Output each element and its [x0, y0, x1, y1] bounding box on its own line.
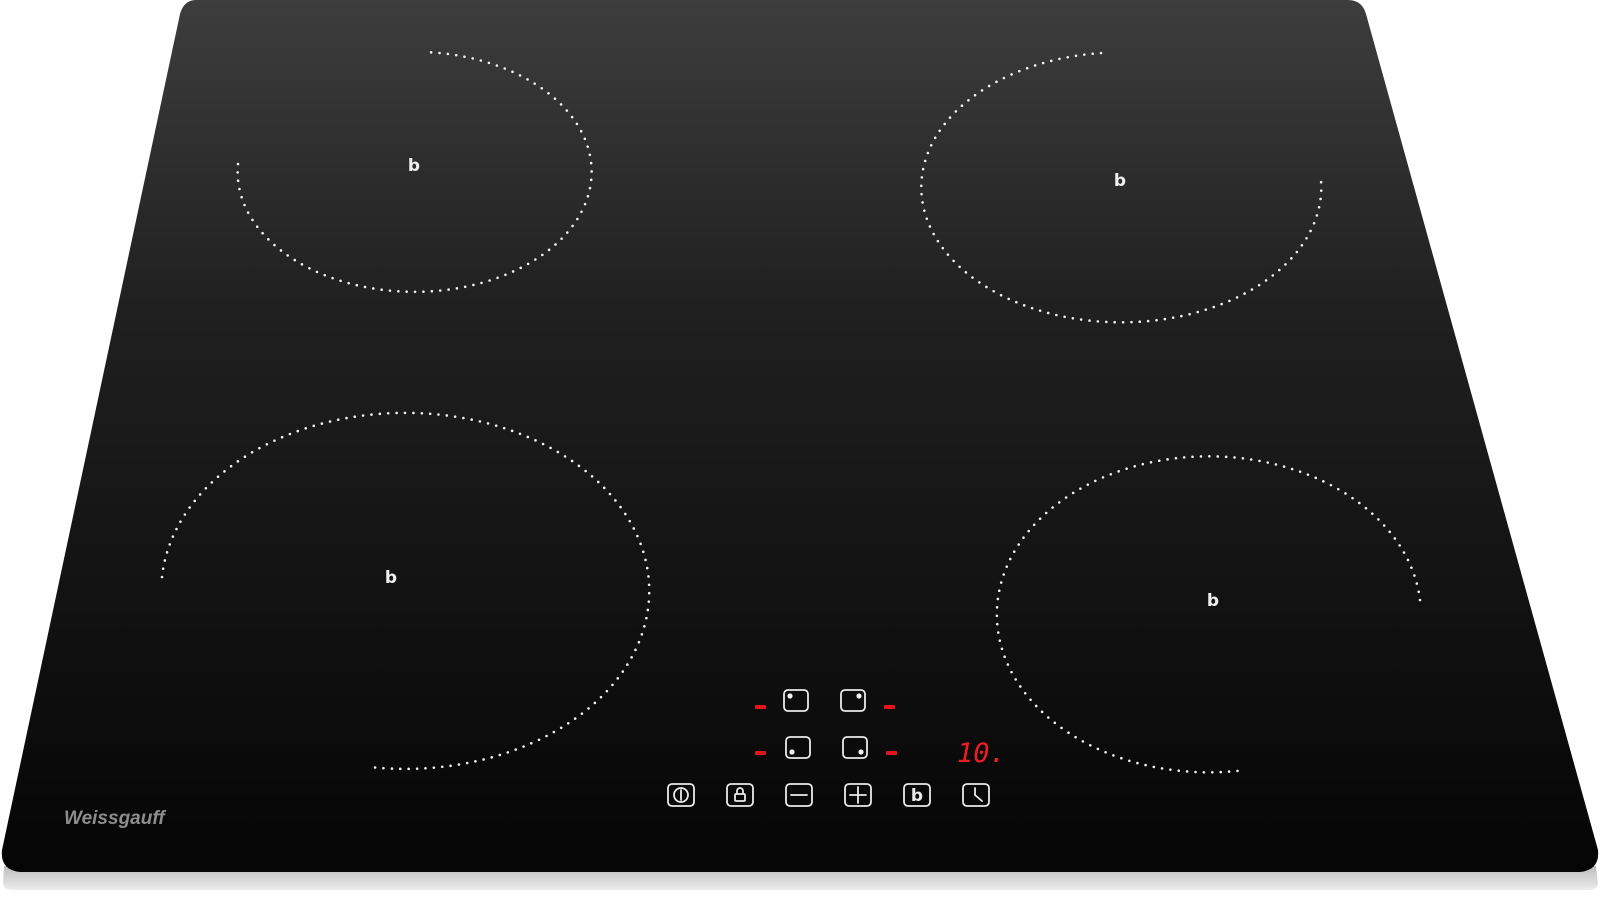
glass-surface: [1, 0, 1599, 872]
indicator-rear-left: [755, 705, 766, 709]
zone-position-dot: [787, 693, 793, 699]
timer-display: 10.: [957, 738, 1006, 769]
booster-icon: b: [1207, 591, 1219, 611]
booster-icon: b: [911, 786, 923, 806]
zone-position-dot: [858, 749, 864, 755]
cooktop-glass: b b b b 10. b Weissgauff: [1, 0, 1599, 890]
indicator-front-left: [755, 751, 766, 755]
booster-icon: b: [408, 156, 420, 176]
booster-icon: b: [1114, 171, 1126, 191]
zone-position-dot: [856, 693, 862, 699]
zone-position-dot: [789, 749, 795, 755]
indicator-front-right: [886, 751, 897, 755]
brand-logo: Weissgauff: [64, 808, 166, 829]
booster-icon: b: [385, 568, 397, 588]
indicator-rear-right: [884, 705, 895, 709]
